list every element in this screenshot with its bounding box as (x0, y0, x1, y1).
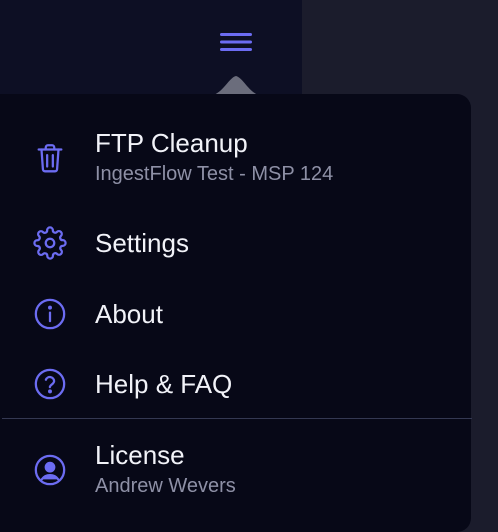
menu-item-sublabel: IngestFlow Test - MSP 124 (95, 163, 334, 185)
menu-item-settings[interactable]: Settings (0, 222, 471, 264)
menu-item-label: About (95, 299, 163, 329)
menu-item-sublabel: Andrew Wevers (95, 475, 236, 497)
trash-icon (33, 141, 67, 175)
help-circle-icon (33, 367, 67, 401)
dropdown-menu: FTP Cleanup IngestFlow Test - MSP 124 Se… (0, 94, 472, 532)
menu-item-ftp-cleanup[interactable]: FTP Cleanup IngestFlow Test - MSP 124 (0, 124, 471, 196)
gear-icon (33, 226, 67, 260)
menu-toggle-button[interactable] (214, 24, 258, 60)
menu-item-label: Settings (95, 228, 189, 258)
menu-item-label: Help & FAQ (95, 369, 233, 399)
user-circle-icon (33, 453, 67, 487)
menu-item-label: FTP Cleanup (95, 128, 248, 158)
menu-item-help-faq[interactable]: Help & FAQ (0, 363, 471, 405)
dropdown-caret (208, 76, 264, 96)
menu-item-about[interactable]: About (0, 293, 471, 335)
menu-item-label: License (95, 440, 185, 470)
hamburger-menu-icon (220, 33, 252, 51)
info-icon (33, 297, 67, 331)
menu-item-license[interactable]: License Andrew Wevers (0, 438, 471, 510)
menu-divider (2, 418, 472, 419)
